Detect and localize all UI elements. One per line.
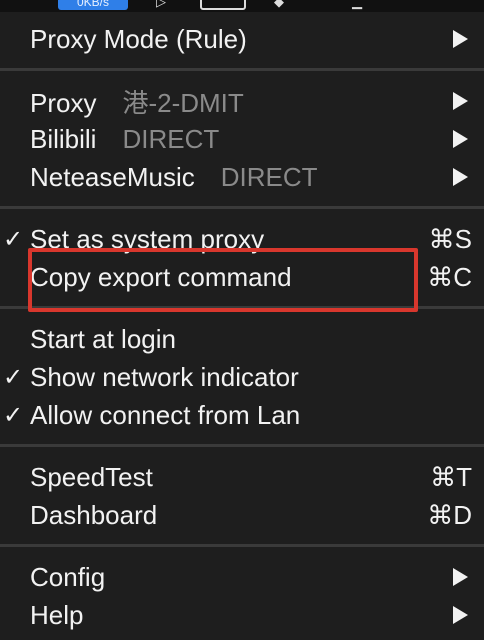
submenu-arrow-icon — [453, 168, 468, 186]
show-network-indicator-item[interactable]: ✓ Show network indicator — [0, 358, 484, 396]
status-line-icon[interactable]: ▁ — [352, 0, 362, 10]
start-at-login-label: Start at login — [30, 323, 176, 354]
speedtest-item[interactable]: SpeedTest ⌘T — [0, 458, 484, 496]
show-network-indicator-label: Show network indicator — [30, 361, 299, 392]
help-item[interactable]: Help — [0, 596, 484, 634]
annotation-highlight-box — [28, 248, 418, 312]
proxy-group-name: Bilibili — [30, 123, 97, 154]
submenu-arrow-icon — [453, 30, 468, 48]
start-at-login-item[interactable]: Start at login — [0, 320, 484, 358]
proxy-group-bilibili[interactable]: Bilibili DIRECT — [0, 120, 484, 158]
checkmark-icon: ✓ — [2, 225, 24, 253]
separator — [0, 68, 484, 71]
help-label: Help — [30, 599, 84, 630]
separator — [0, 544, 484, 547]
proxy-group-neteasemusic[interactable]: NeteaseMusic DIRECT — [0, 158, 484, 196]
proxy-mode-item[interactable]: Proxy Mode (Rule) — [0, 20, 484, 58]
config-label: Config — [30, 561, 106, 592]
separator — [0, 444, 484, 447]
submenu-arrow-icon — [453, 130, 468, 148]
proxy-group-proxy[interactable]: Proxy 港-2-DMIT — [0, 82, 484, 120]
shortcut-label: ⌘C — [427, 261, 472, 292]
config-item[interactable]: Config — [0, 558, 484, 596]
network-speed-indicator[interactable]: 0KB/s — [58, 0, 128, 10]
shortcut-label: ⌘D — [427, 499, 472, 530]
checkmark-icon: ✓ — [2, 363, 24, 391]
dashboard-item[interactable]: Dashboard ⌘D — [0, 496, 484, 534]
separator — [0, 206, 484, 209]
allow-connect-from-lan-item[interactable]: ✓ Allow connect from Lan — [0, 396, 484, 434]
speedtest-label: SpeedTest — [30, 461, 153, 492]
clashx-menu: Proxy Mode (Rule) Proxy 港-2-DMIT Bilibili… — [0, 12, 484, 640]
proxy-mode-label: Proxy Mode (Rule) — [30, 23, 247, 54]
proxy-group-name: Proxy — [30, 87, 97, 118]
proxy-group-value: DIRECT — [220, 161, 318, 192]
submenu-arrow-icon — [453, 92, 468, 110]
proxy-group-value: 港-2-DMIT — [122, 87, 244, 118]
shortcut-label: ⌘T — [430, 461, 472, 492]
checkmark-icon: ✓ — [2, 401, 24, 429]
menu-bar: 0KB/s ▷ ◆ ▁ — [0, 0, 484, 12]
shortcut-label: ⌘S — [428, 223, 472, 254]
status-icon[interactable]: ▷ — [156, 0, 166, 10]
submenu-arrow-icon — [453, 568, 468, 586]
allow-connect-from-lan-label: Allow connect from Lan — [30, 399, 301, 430]
proxy-group-name: NeteaseMusic — [30, 161, 195, 192]
battery-icon[interactable] — [200, 0, 246, 10]
status-dot-icon[interactable]: ◆ — [274, 0, 284, 10]
submenu-arrow-icon — [453, 606, 468, 624]
dashboard-label: Dashboard — [30, 499, 158, 530]
proxy-group-value: DIRECT — [122, 123, 220, 154]
